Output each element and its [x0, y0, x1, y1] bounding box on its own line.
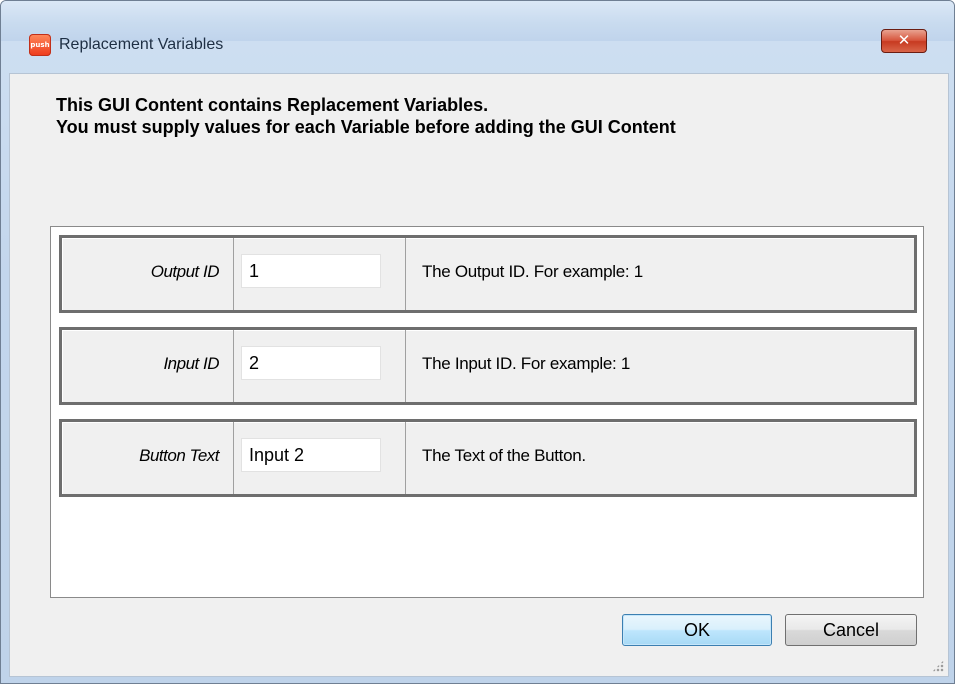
variable-description-cell: The Input ID. For example: 1 — [406, 330, 912, 402]
dialog-window: push Replacement Variables ✕ This GUI Co… — [0, 0, 955, 684]
variable-label: Input ID — [163, 354, 219, 373]
variable-description: The Input ID. For example: 1 — [422, 354, 630, 373]
resize-grip-icon[interactable] — [932, 660, 944, 672]
variable-value-cell — [234, 238, 406, 310]
dialog-body: This GUI Content contains Replacement Va… — [9, 73, 949, 677]
variable-description: The Text of the Button. — [422, 446, 586, 465]
variable-value-cell — [234, 330, 406, 402]
variable-description-cell: The Text of the Button. — [406, 422, 912, 494]
window-title: Replacement Variables — [59, 36, 224, 53]
variables-panel[interactable]: Output ID The Output ID. For example: 1 … — [50, 226, 924, 598]
variable-row-button-text: Button Text The Text of the Button. — [59, 419, 917, 497]
variable-label: Button Text — [139, 446, 219, 465]
variable-description: The Output ID. For example: 1 — [422, 262, 643, 281]
variable-label: Output ID — [150, 262, 220, 281]
variable-row-output-id: Output ID The Output ID. For example: 1 — [59, 235, 917, 313]
ok-button[interactable]: OK — [622, 614, 772, 646]
button-text-input[interactable] — [241, 438, 381, 472]
variable-value-cell — [234, 422, 406, 494]
instruction-line-1: This GUI Content contains Replacement Va… — [56, 95, 489, 115]
close-icon: ✕ — [897, 31, 911, 49]
variable-label-cell: Input ID — [62, 330, 234, 402]
close-button[interactable]: ✕ — [881, 29, 927, 53]
variable-label-cell: Button Text — [62, 422, 234, 494]
instruction-message: This GUI Content contains Replacement Va… — [56, 94, 676, 138]
input-id-input[interactable] — [241, 346, 381, 380]
variable-description-cell: The Output ID. For example: 1 — [406, 238, 912, 310]
output-id-input[interactable] — [241, 254, 381, 288]
push-app-icon: push — [29, 34, 51, 56]
variable-label-cell: Output ID — [62, 238, 234, 310]
cancel-button[interactable]: Cancel — [785, 614, 917, 646]
instruction-line-2: You must supply values for each Variable… — [56, 117, 676, 137]
variable-row-input-id: Input ID The Input ID. For example: 1 — [59, 327, 917, 405]
